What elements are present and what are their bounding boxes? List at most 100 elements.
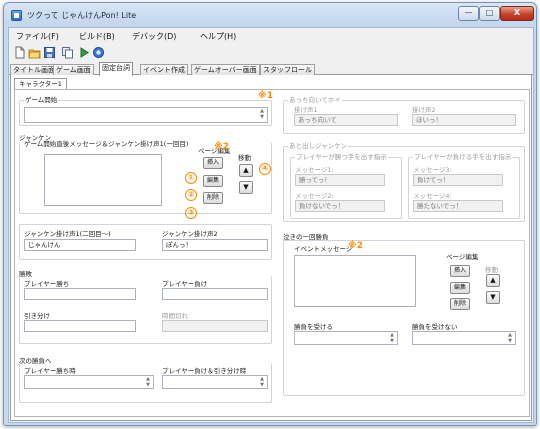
window-title: ツクって じゃんけんPon! Lite — [27, 11, 137, 20]
cry-insert-button[interactable]: 挿入 — [450, 265, 470, 277]
cry-edit-button[interactable]: 編集 — [450, 282, 470, 294]
marker-3: ③ — [185, 207, 197, 219]
open-folder-icon[interactable] — [28, 46, 41, 59]
tab-fixed-lines[interactable]: 固定台詞 — [99, 62, 133, 76]
note-mark-1: ※1 — [258, 91, 274, 101]
cry-delete-button[interactable]: 削除 — [450, 298, 470, 310]
subtab-character1[interactable]: キャラクター1 — [14, 78, 67, 89]
app-window: ツクって じゃんけんPon! Lite — □ X ファイル(F) ビルド(B)… — [3, 2, 537, 426]
menu-file[interactable]: ファイル(F) — [16, 31, 59, 42]
tab-title-screen[interactable]: タイトル画面 — [10, 64, 58, 75]
janken-intro-label: ゲーム開始直後メッセージ＆ジャンケン掛け声1(一回目) — [24, 140, 189, 148]
menu-help[interactable]: ヘルプ(H) — [200, 31, 236, 42]
atodashi-group: あと出しジャンケン プレイヤーが勝つ手を出す指示 メッセージ1: 勝ってっ！ メ… — [283, 142, 525, 222]
on-win-field[interactable] — [24, 375, 154, 389]
msg1-field: 勝ってっ！ — [295, 174, 385, 186]
cry-move-up-button[interactable]: ▲ — [486, 274, 500, 287]
cry-move-label: 移動 — [485, 266, 498, 274]
cry-group: イベントメッセージ ページ編集 移動 挿入 編集 削除 ▲ ▼ 勝負を受ける ▲… — [283, 240, 525, 396]
game-start-field[interactable] — [24, 107, 268, 123]
atodashi-title: あと出しジャンケン — [288, 142, 348, 150]
decline-spinner-icon[interactable]: ▲ ▼ — [506, 332, 514, 344]
delete-button[interactable]: 削除 — [203, 192, 223, 204]
decline-label: 勝負を受けない — [412, 323, 458, 331]
move-down-button[interactable]: ▼ — [239, 181, 253, 194]
msg1-label: メッセージ1: — [295, 166, 334, 174]
tab-gameover-screen[interactable]: ゲームオーバー画面 — [191, 64, 260, 75]
atodashi-win-group: プレイヤーが勝つ手を出す指示 メッセージ1: 勝ってっ！ メッセージ2: 負けな… — [290, 153, 402, 219]
janken-calls-group: ジャンケン掛け声1(二回目〜) じゃんけん ジャンケン掛け声2 ぽんっ！ — [19, 224, 272, 260]
timeout-label: 時間切れ — [162, 312, 188, 320]
menu-build[interactable]: ビルド(B) — [79, 31, 115, 42]
character-panel: ゲーム開始 ▲ ▼ ※1 ジャンケン ゲーム開始直後メッセージ＆ジャンケン掛け声1… — [14, 89, 530, 417]
acchi-group: あっち向いてホイ 掛け声1 あっち向いて 掛け声2 ほいっ！ — [283, 96, 525, 134]
tab-staff-roll[interactable]: スタッフロール — [260, 64, 315, 75]
game-start-group: ゲーム開始 ▲ ▼ — [19, 96, 272, 126]
call2-field[interactable]: ぽんっ！ — [162, 239, 268, 251]
msg3-field: 負けてっ！ — [413, 174, 503, 186]
accept-label: 勝負を受ける — [294, 323, 333, 331]
accept-spinner-icon[interactable]: ▲ ▼ — [388, 332, 396, 344]
atodashi-win-title: プレイヤーが勝つ手を出す指示 — [295, 153, 388, 161]
msg3-label: メッセージ3: — [413, 166, 452, 174]
insert-button[interactable]: 挿入 — [203, 157, 223, 169]
atodashi-lose-title: プレイヤーが負ける手を出す指示 — [413, 153, 513, 161]
on-win-label: プレイヤー勝ち時 — [24, 367, 76, 375]
edit-button[interactable]: 編集 — [203, 175, 223, 187]
player-win-label: プレイヤー勝ち — [24, 280, 70, 288]
decline-field[interactable] — [412, 331, 516, 345]
move-up-button[interactable]: ▲ — [239, 164, 253, 177]
event-message-textarea[interactable] — [294, 255, 416, 307]
atodashi-lose-group: プレイヤーが負ける手を出す指示 メッセージ3: 負けてっ！ メッセージ4: 勝た… — [408, 153, 520, 219]
next-group: プレイヤー勝ち時 ▲ ▼ プレイヤー負け＆引き分け時 ▲ ▼ — [19, 363, 272, 403]
copy-icon[interactable] — [61, 46, 74, 59]
tab-game-screen[interactable]: ゲーム画面 — [53, 64, 94, 75]
menu-debug[interactable]: デバック(D) — [132, 31, 176, 42]
call2-label: ジャンケン掛け声2 — [162, 230, 218, 238]
event-message-label: イベントメッセージ — [294, 245, 353, 253]
msg2-field: 負けないでっ！ — [295, 200, 385, 212]
acchi-call1-field: あっち向いて — [294, 114, 398, 126]
marker-1: ① — [185, 172, 197, 184]
player-lose-label: プレイヤー負け — [162, 280, 208, 288]
menu-bar: ファイル(F) ビルド(B) デバック(D) ヘルプ(H) — [9, 28, 533, 44]
draw-field[interactable] — [24, 320, 136, 332]
player-lose-field[interactable] — [162, 288, 268, 300]
debug-icon[interactable] — [92, 46, 105, 59]
move-label: 移動 — [238, 154, 251, 162]
on-lose-draw-field[interactable] — [162, 375, 268, 389]
on-lose-draw-spinner-icon[interactable]: ▲ ▼ — [258, 376, 266, 388]
save-icon[interactable] — [43, 46, 56, 59]
player-win-field[interactable] — [24, 288, 136, 300]
marker-2: ② — [185, 189, 197, 201]
tab-page: キャラクター1 ゲーム開始 ▲ ▼ ※1 ジャンケン ゲーム開始直後メッセージ＆ジ… — [10, 75, 532, 421]
cry-page-edit-label: ページ編集 — [446, 253, 479, 261]
msg4-label: メッセージ4: — [413, 192, 452, 200]
title-bar[interactable]: ツクって じゃんけんPon! Lite — □ X — [4, 3, 536, 27]
game-start-spinner-icon[interactable]: ▲ ▼ — [258, 108, 266, 122]
janken-intro-textarea[interactable] — [44, 154, 162, 206]
msg4-field: 勝たないでっ！ — [413, 200, 503, 212]
tab-event-create[interactable]: イベント作成 — [140, 64, 188, 75]
msg2-label: メッセージ2: — [295, 192, 334, 200]
note-mark-2b: ※2 — [348, 241, 364, 251]
result-group: プレイヤー勝ち プレイヤー負け 引き分け 時間切れ — [19, 276, 272, 344]
acchi-call2-label: 掛け声2 — [412, 106, 436, 114]
main-tabstrip: タイトル画面 ゲーム画面 固定台詞 イベント作成 ゲームオーバー画面 スタッフロ… — [9, 62, 533, 76]
game-start-title: ゲーム開始 — [24, 96, 59, 104]
cry-move-down-button[interactable]: ▼ — [486, 291, 500, 304]
acchi-call2-field: ほいっ！ — [412, 114, 516, 126]
play-icon[interactable] — [77, 46, 90, 59]
new-file-icon[interactable] — [13, 46, 26, 59]
call1-field[interactable]: じゃんけん — [24, 239, 136, 251]
maximize-button[interactable]: □ — [479, 6, 500, 21]
on-lose-draw-label: プレイヤー負け＆引き分け時 — [162, 367, 247, 375]
app-icon — [11, 10, 22, 21]
client-area: ファイル(F) ビルド(B) デバック(D) ヘルプ(H) タイトル画面 ゲーム… — [8, 27, 534, 423]
minimize-button[interactable]: — — [458, 6, 479, 21]
marker-4: ④ — [259, 163, 271, 175]
accept-field[interactable] — [294, 331, 398, 345]
close-button[interactable]: X — [500, 6, 534, 21]
on-win-spinner-icon[interactable]: ▲ ▼ — [144, 376, 152, 388]
acchi-call1-label: 掛け声1 — [294, 106, 318, 114]
